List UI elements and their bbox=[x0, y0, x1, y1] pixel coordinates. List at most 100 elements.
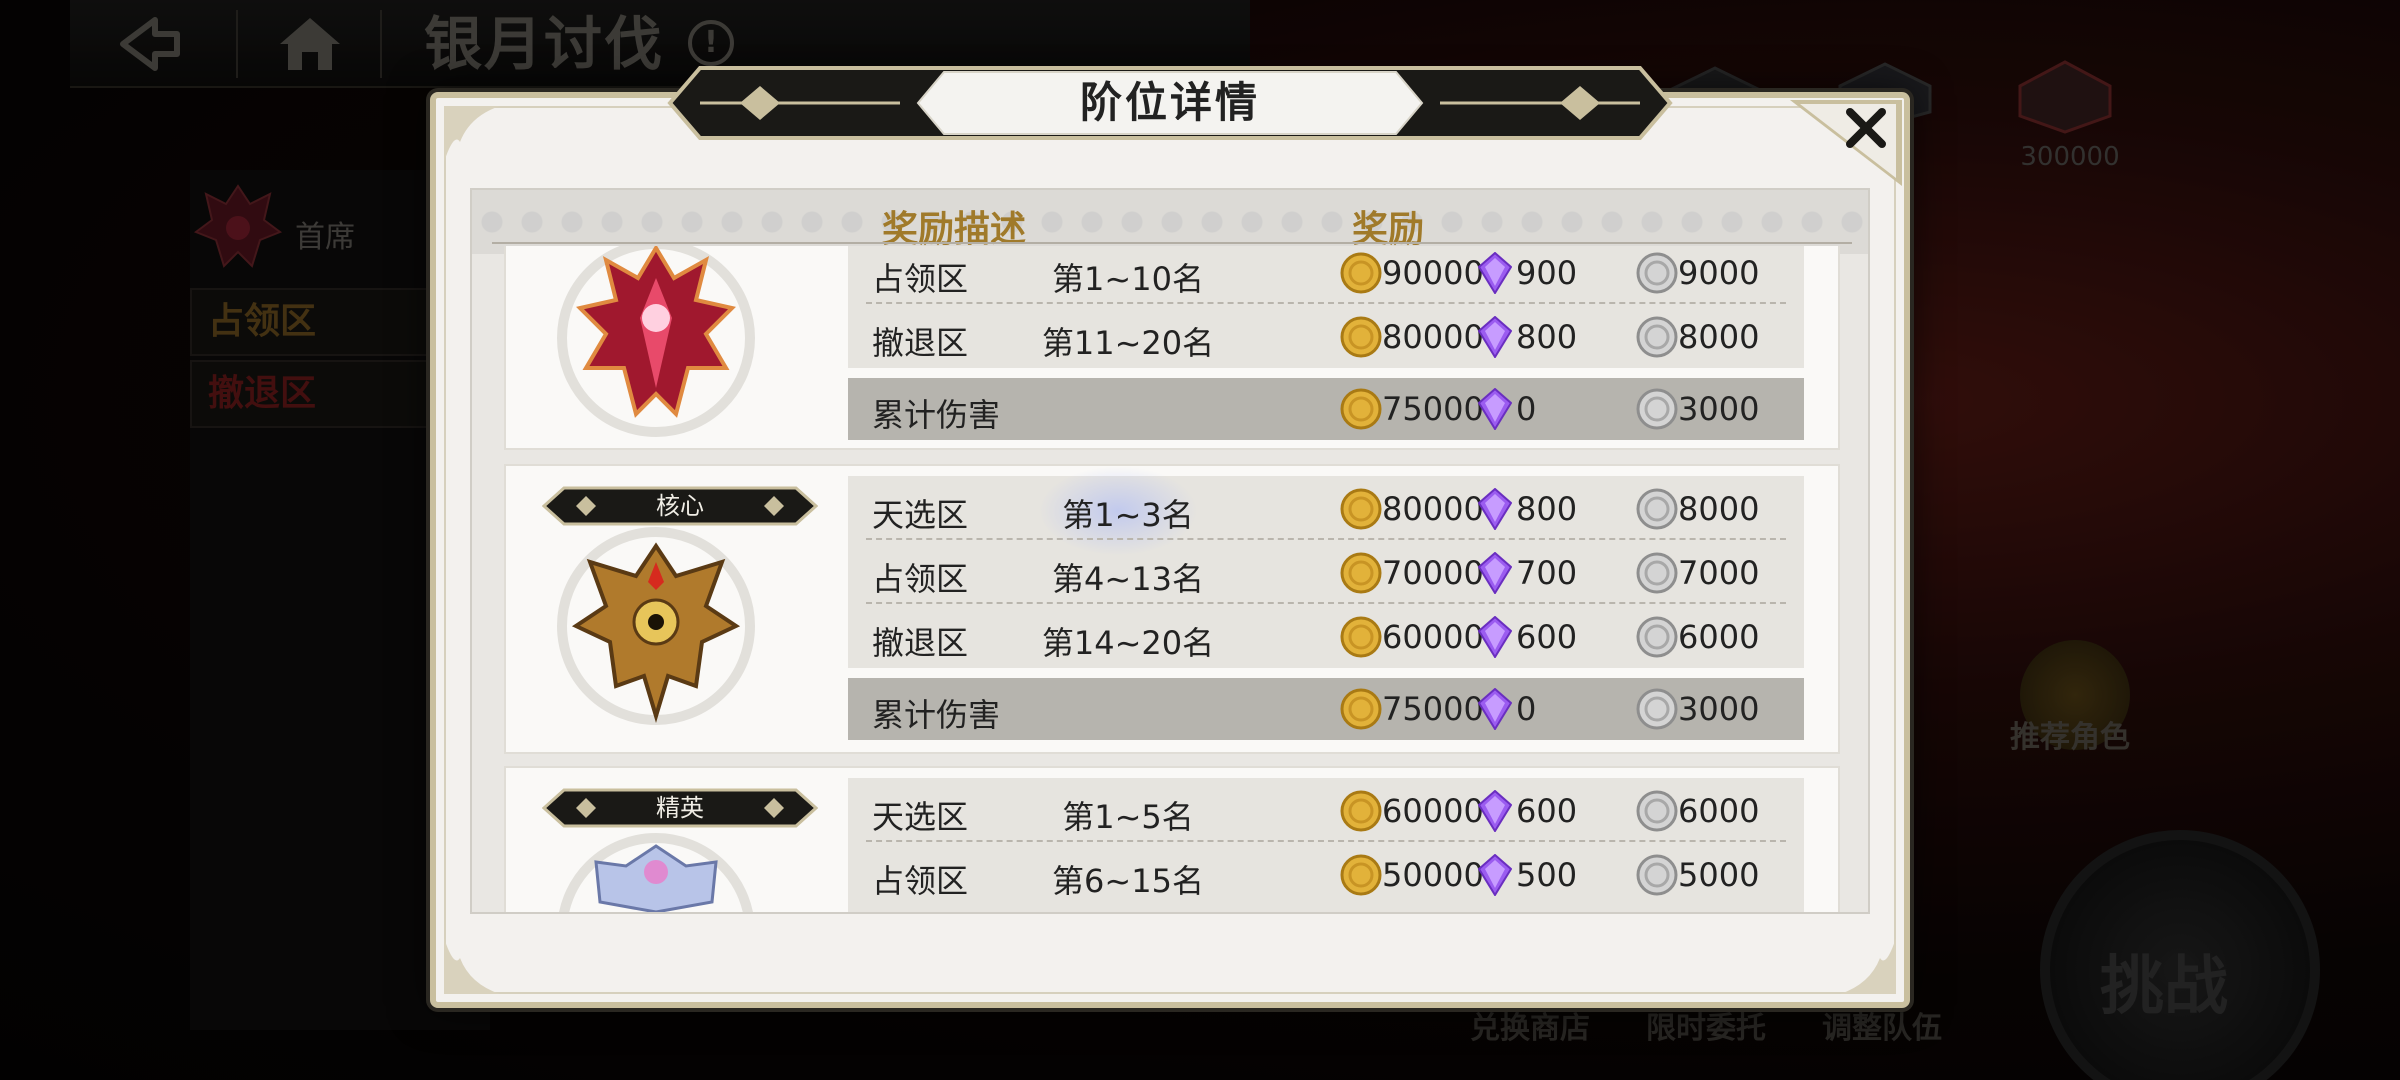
silver-coin-icon bbox=[1636, 790, 1678, 832]
gold-amount: 75000 bbox=[1382, 690, 1484, 728]
rank-range: 第1~10名 bbox=[1052, 260, 1204, 298]
gem-amount: 500 bbox=[1516, 856, 1578, 894]
header-pattern bbox=[472, 190, 1868, 254]
tier-emblem bbox=[556, 832, 756, 912]
purple-gem-icon bbox=[1478, 790, 1512, 832]
reward-row: 占领区 第1~10名 90000 900 9000 bbox=[848, 246, 1804, 304]
zone-label: 天选区 bbox=[872, 496, 969, 534]
corner-ornament-icon bbox=[1840, 938, 1896, 994]
rank-range: 第1~3名 bbox=[1062, 496, 1194, 534]
purple-gem-icon bbox=[1478, 488, 1512, 530]
tier-badge-label: 核心 bbox=[656, 492, 704, 520]
zone-label: 占领区 bbox=[872, 862, 969, 900]
tier-badge-label: 精英 bbox=[656, 794, 704, 822]
gem-amount: 0 bbox=[1516, 690, 1537, 728]
reward-row: 占领区 第6~15名 50000 500 5000 bbox=[848, 842, 1804, 906]
gem-amount: 800 bbox=[1516, 490, 1578, 528]
silver-amount: 8000 bbox=[1678, 318, 1760, 356]
reward-row: 天选区 第1~3名 80000 800 8000 bbox=[848, 476, 1804, 540]
tier-emblem bbox=[556, 246, 756, 438]
gold-amount: 80000 bbox=[1382, 490, 1484, 528]
gem-amount: 800 bbox=[1516, 318, 1578, 356]
reward-row: 累计伤害 75000 0 3000 bbox=[848, 676, 1804, 740]
gold-coin-icon bbox=[1340, 616, 1382, 658]
damage-label: 累计伤害 bbox=[872, 696, 1001, 734]
tier-card: 核心 天选区 第1~3名 80000 800 8000 占领区 第4~13名 7… bbox=[504, 464, 1840, 754]
reward-row: 天选区 第1~5名 60000 600 6000 bbox=[848, 778, 1804, 842]
rank-range: 第11~20名 bbox=[1041, 324, 1215, 362]
silver-coin-icon bbox=[1636, 388, 1678, 430]
purple-gem-icon bbox=[1478, 616, 1512, 658]
gold-amount: 75000 bbox=[1382, 390, 1484, 428]
reward-rows: 占领区 第1~10名 90000 900 9000 撤退区 第11~20名 80… bbox=[848, 246, 1804, 368]
rank-range: 第14~20名 bbox=[1041, 624, 1215, 662]
corner-ornament-icon bbox=[444, 106, 500, 162]
tier-card: 占领区 第1~10名 90000 900 9000 撤退区 第11~20名 80… bbox=[504, 246, 1840, 450]
cumulative-damage-row: 累计伤害 75000 0 3000 bbox=[848, 378, 1804, 440]
tier-emblem bbox=[556, 526, 756, 726]
reward-row: 撤退区 第14~20名 60000 600 6000 bbox=[848, 604, 1804, 668]
purple-gem-icon bbox=[1478, 688, 1512, 730]
zone-label: 天选区 bbox=[872, 798, 969, 836]
gold-coin-icon bbox=[1340, 688, 1382, 730]
tier-card: 精英 天选区 第1~5名 60000 600 6000 占领区 第6~15名 5… bbox=[504, 766, 1840, 912]
rank-range: 第6~15名 bbox=[1052, 862, 1204, 900]
purple-gem-icon bbox=[1478, 388, 1512, 430]
silver-amount: 8000 bbox=[1678, 490, 1760, 528]
purple-gem-icon bbox=[1478, 854, 1512, 896]
gold-coin-icon bbox=[1340, 552, 1382, 594]
reward-table[interactable]: 奖励描述 奖励 占领区 第1~10名 90000 900 9000 撤退区 第1… bbox=[470, 188, 1870, 914]
purple-gem-icon bbox=[1478, 552, 1512, 594]
modal-title: 阶位详情 bbox=[1079, 78, 1260, 127]
gem-amount: 900 bbox=[1516, 254, 1578, 292]
gold-coin-icon bbox=[1340, 488, 1382, 530]
purple-gem-icon bbox=[1478, 316, 1512, 358]
silver-coin-icon bbox=[1636, 488, 1678, 530]
silver-coin-icon bbox=[1636, 316, 1678, 358]
gold-amount: 50000 bbox=[1382, 856, 1484, 894]
column-header-reward: 奖励 bbox=[1352, 209, 1425, 250]
purple-gem-icon bbox=[1478, 252, 1512, 294]
reward-rows: 天选区 第1~5名 60000 600 6000 占领区 第6~15名 5000… bbox=[848, 778, 1804, 912]
gold-amount: 60000 bbox=[1382, 792, 1484, 830]
silver-amount: 6000 bbox=[1678, 618, 1760, 656]
gold-coin-icon bbox=[1340, 252, 1382, 294]
reward-rows: 天选区 第1~3名 80000 800 8000 占领区 第4~13名 7000… bbox=[848, 466, 1804, 668]
reward-row: 累计伤害 75000 0 3000 bbox=[848, 376, 1804, 440]
gold-coin-icon bbox=[1340, 854, 1382, 896]
damage-label: 累计伤害 bbox=[872, 396, 1001, 434]
zone-label: 占领区 bbox=[872, 260, 969, 298]
gem-amount: 700 bbox=[1516, 554, 1578, 592]
gold-coin-icon bbox=[1340, 316, 1382, 358]
close-button[interactable] bbox=[1790, 90, 1910, 190]
zone-label: 撤退区 bbox=[872, 324, 969, 362]
close-icon bbox=[1790, 100, 1902, 186]
gold-coin-icon bbox=[1340, 790, 1382, 832]
crimson-crest-icon bbox=[557, 246, 755, 437]
header-divider bbox=[492, 242, 1852, 244]
column-header-description: 奖励描述 bbox=[882, 209, 1027, 250]
rank-range: 第1~5名 bbox=[1062, 798, 1194, 836]
zone-label: 撤退区 bbox=[872, 624, 969, 662]
silver-amount: 7000 bbox=[1678, 554, 1760, 592]
silver-amount: 3000 bbox=[1678, 690, 1760, 728]
silver-coin-icon bbox=[1636, 252, 1678, 294]
reward-row: 占领区 第4~13名 70000 700 7000 bbox=[848, 540, 1804, 604]
silver-amount: 3000 bbox=[1678, 390, 1760, 428]
corner-ornament-icon bbox=[444, 938, 500, 994]
gold-amount: 60000 bbox=[1382, 618, 1484, 656]
silver-coin-icon bbox=[1636, 688, 1678, 730]
cumulative-damage-row: 累计伤害 75000 0 3000 bbox=[848, 678, 1804, 740]
gold-amount: 90000 bbox=[1382, 254, 1484, 292]
golden-crest-icon bbox=[557, 527, 755, 725]
silver-coin-icon bbox=[1636, 616, 1678, 658]
gold-coin-icon bbox=[1340, 388, 1382, 430]
reward-row: 撤退区 第11~20名 80000 800 8000 bbox=[848, 304, 1804, 368]
tier-list[interactable]: 占领区 第1~10名 90000 900 9000 撤退区 第11~20名 80… bbox=[472, 246, 1868, 912]
gem-amount: 600 bbox=[1516, 792, 1578, 830]
gold-amount: 70000 bbox=[1382, 554, 1484, 592]
zone-label: 占领区 bbox=[872, 560, 969, 598]
silver-amount: 5000 bbox=[1678, 856, 1760, 894]
gem-amount: 0 bbox=[1516, 390, 1537, 428]
silver-coin-icon bbox=[1636, 854, 1678, 896]
